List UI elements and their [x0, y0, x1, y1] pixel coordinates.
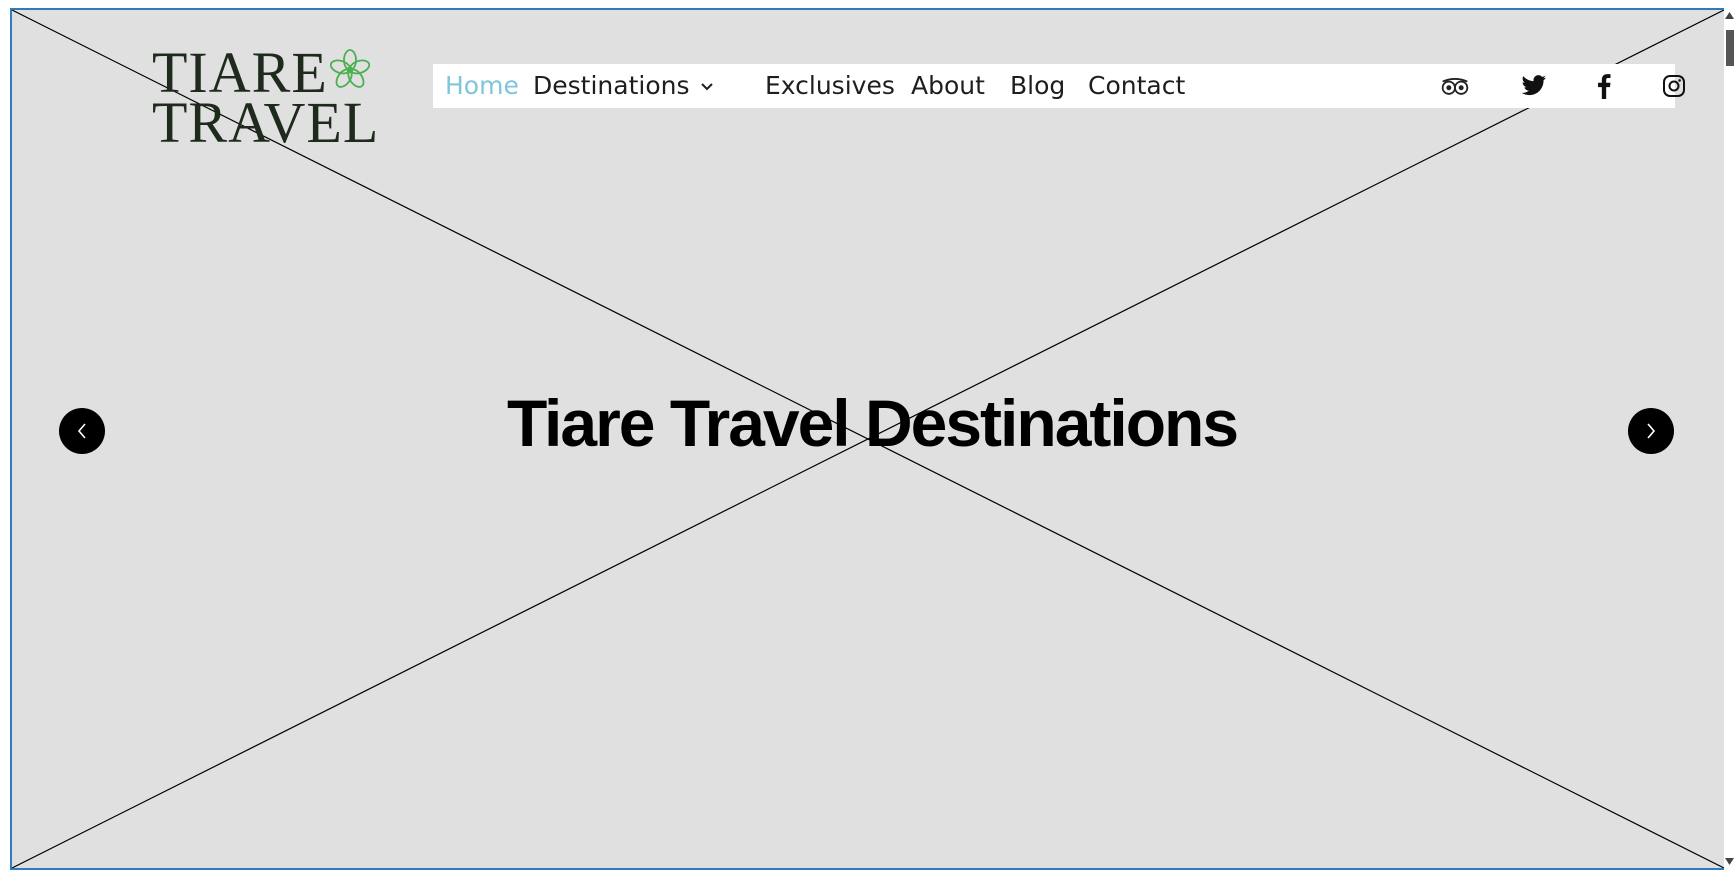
chevron-down-icon — [701, 83, 714, 91]
chevron-left-icon — [77, 423, 86, 439]
nav-contact[interactable]: Contact — [1088, 64, 1185, 108]
logo-text-line2: TRAVEL — [152, 90, 380, 155]
scrollbar-thumb[interactable] — [1726, 30, 1734, 66]
flower-icon — [329, 49, 371, 88]
nav-blog[interactable]: Blog — [1010, 64, 1065, 108]
site-logo[interactable]: TIARE TRAVEL — [152, 38, 378, 152]
nav-exclusives[interactable]: Exclusives — [765, 64, 895, 108]
twitter-icon[interactable] — [1519, 71, 1549, 101]
scroll-down-icon[interactable] — [1725, 858, 1734, 865]
nav-destinations[interactable]: Destinations — [533, 64, 714, 108]
tripadvisor-icon[interactable] — [1440, 71, 1470, 101]
scroll-up-icon[interactable] — [1725, 12, 1734, 19]
hero-title: Tiare Travel Destinations — [506, 386, 1239, 460]
nav-home[interactable]: Home — [445, 64, 519, 108]
main-navigation: Home Destinations Exclusives About Blog … — [433, 64, 1685, 108]
nav-destinations-label: Destinations — [533, 71, 690, 100]
slider-prev-button[interactable] — [59, 408, 105, 454]
slider-next-button[interactable] — [1628, 408, 1674, 454]
nav-about[interactable]: About — [911, 64, 985, 108]
vertical-scrollbar[interactable] — [1724, 8, 1734, 870]
chevron-right-icon — [1647, 423, 1656, 439]
facebook-icon[interactable] — [1589, 71, 1619, 101]
instagram-icon[interactable] — [1659, 71, 1689, 101]
